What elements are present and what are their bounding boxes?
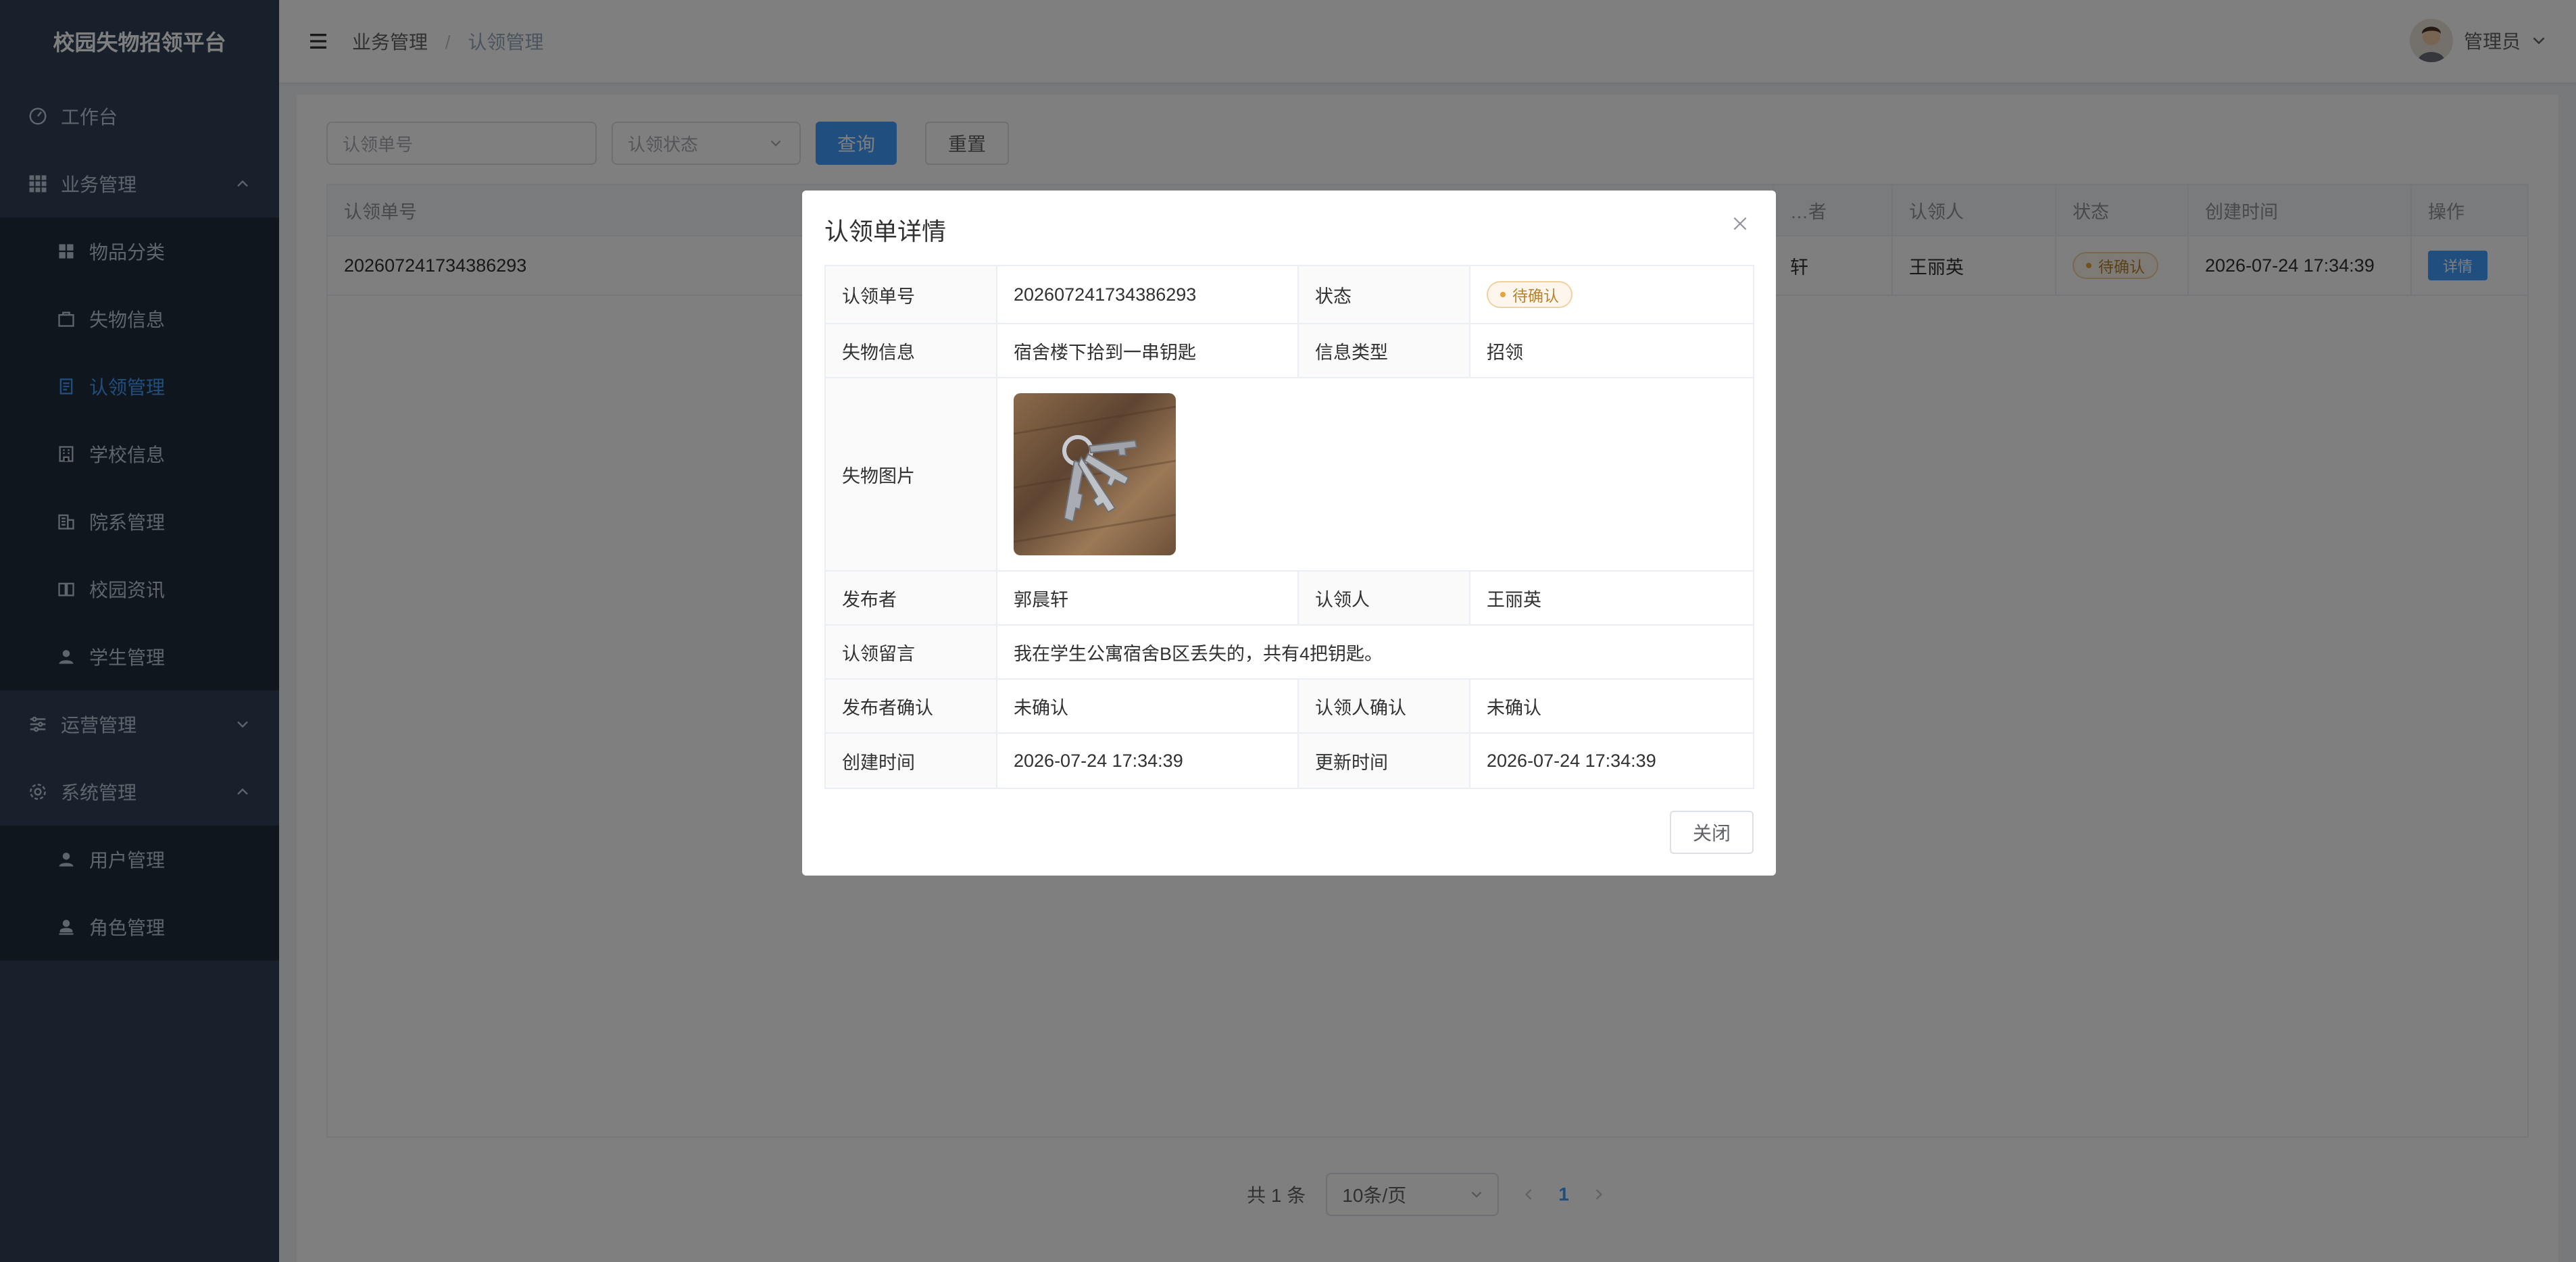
value-created: 2026-07-24 17:34:39 (997, 734, 1299, 788)
detail-row: 失物信息 宿舍楼下拾到一串钥匙 信息类型 招领 (826, 324, 1753, 378)
label-publisher-confirm: 发布者确认 (826, 680, 997, 732)
dialog-title: 认领单详情 (824, 218, 947, 245)
detail-row: 认领单号 202607241734386293 状态 待确认 (826, 266, 1753, 324)
value-lost-image (997, 378, 1753, 570)
claim-detail-dialog: 认领单详情 认领单号 202607241734386293 状态 待确认 失物信… (802, 191, 1776, 876)
label-publisher: 发布者 (826, 572, 997, 624)
value-info-type: 招领 (1487, 342, 1523, 363)
label-lost-image: 失物图片 (826, 378, 997, 570)
label-created: 创建时间 (826, 734, 997, 788)
label-claim-no: 认领单号 (826, 266, 997, 323)
label-lost-info: 失物信息 (826, 324, 997, 377)
value-publisher: 郭晨轩 (997, 572, 1299, 624)
close-button[interactable]: 关闭 (1669, 811, 1754, 854)
value-lost-info: 宿舍楼下拾到一串钥匙 (997, 324, 1299, 377)
detail-row: 失物图片 (826, 378, 1753, 572)
label-message: 认领留言 (826, 626, 997, 678)
value-claimant-confirm: 未确认 (1487, 697, 1541, 718)
value-message: 我在学生公寓宿舍B区丢失的，共有4把钥匙。 (1014, 643, 1383, 664)
detail-row: 发布者 郭晨轩 认领人 王丽英 (826, 572, 1753, 626)
label-updated: 更新时间 (1299, 734, 1470, 788)
value-claimant: 王丽英 (1487, 589, 1541, 610)
value-publisher-confirm: 未确认 (997, 680, 1299, 732)
value-updated: 2026-07-24 17:34:39 (1487, 750, 1656, 771)
close-icon[interactable] (1731, 215, 1749, 232)
label-info-type: 信息类型 (1299, 324, 1470, 377)
status-badge: 待确认 (1487, 281, 1572, 308)
value-claim-no: 202607241734386293 (997, 266, 1299, 323)
lost-item-photo[interactable] (1014, 393, 1176, 555)
label-claimant-confirm: 认领人确认 (1299, 680, 1470, 732)
detail-row: 创建时间 2026-07-24 17:34:39 更新时间 2026-07-24… (826, 734, 1753, 788)
label-claimant: 认领人 (1299, 572, 1470, 624)
detail-row: 认领留言 我在学生公寓宿舍B区丢失的，共有4把钥匙。 (826, 626, 1753, 680)
status-badge-text: 待确认 (1512, 287, 1559, 305)
detail-table: 认领单号 202607241734386293 状态 待确认 失物信息 宿舍楼下… (824, 265, 1754, 789)
dialog-footer: 关闭 (1669, 811, 1754, 854)
label-status: 状态 (1299, 266, 1470, 323)
value-status: 待确认 (1470, 266, 1753, 323)
detail-row: 发布者确认 未确认 认领人确认 未确认 (826, 680, 1753, 734)
